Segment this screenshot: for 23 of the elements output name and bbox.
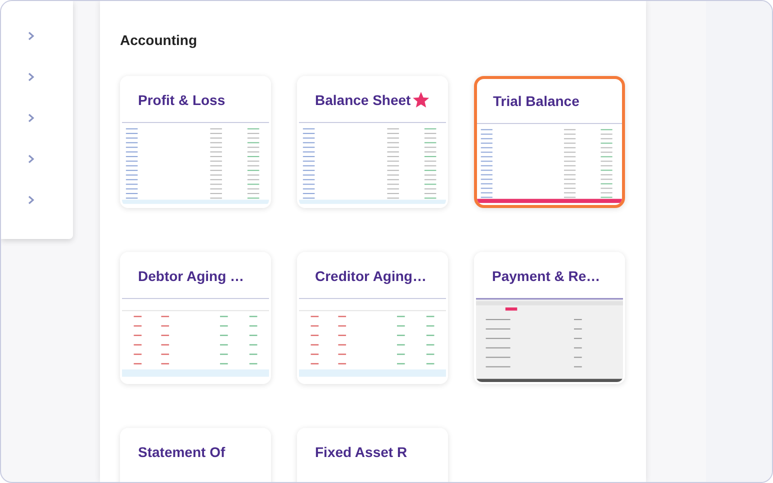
report-card[interactable]: Statement Of (120, 428, 271, 482)
chevron-right-icon[interactable] (27, 31, 35, 41)
chevron-right-icon[interactable] (27, 72, 35, 82)
card-title: Creditor Aging… (315, 268, 426, 284)
report-card[interactable]: Creditor Aging… (297, 252, 448, 384)
chevron-right-icon[interactable] (27, 195, 35, 205)
card-title: Payment & Re… (492, 268, 600, 284)
report-card[interactable]: Debtor Aging … (120, 252, 271, 384)
chevron-right-icon[interactable] (27, 154, 35, 164)
card-title: Trial Balance (493, 93, 580, 109)
report-card[interactable]: Trial Balance (474, 76, 625, 208)
chevron-right-icon[interactable] (27, 113, 35, 123)
card-title: Fixed Asset R (315, 444, 408, 460)
section-title: Accounting (120, 32, 198, 48)
card-title: Statement Of (138, 444, 226, 460)
card-title: Balance Sheet (315, 92, 411, 108)
star-icon[interactable] (412, 91, 430, 109)
report-card[interactable]: Payment & Re… (474, 252, 625, 384)
report-card[interactable]: Fixed Asset R (297, 428, 448, 482)
report-card[interactable]: Profit & Loss (120, 76, 271, 208)
card-title: Profit & Loss (138, 92, 226, 108)
card-title: Debtor Aging … (138, 268, 244, 284)
report-card[interactable]: Balance Sheet (297, 76, 448, 208)
